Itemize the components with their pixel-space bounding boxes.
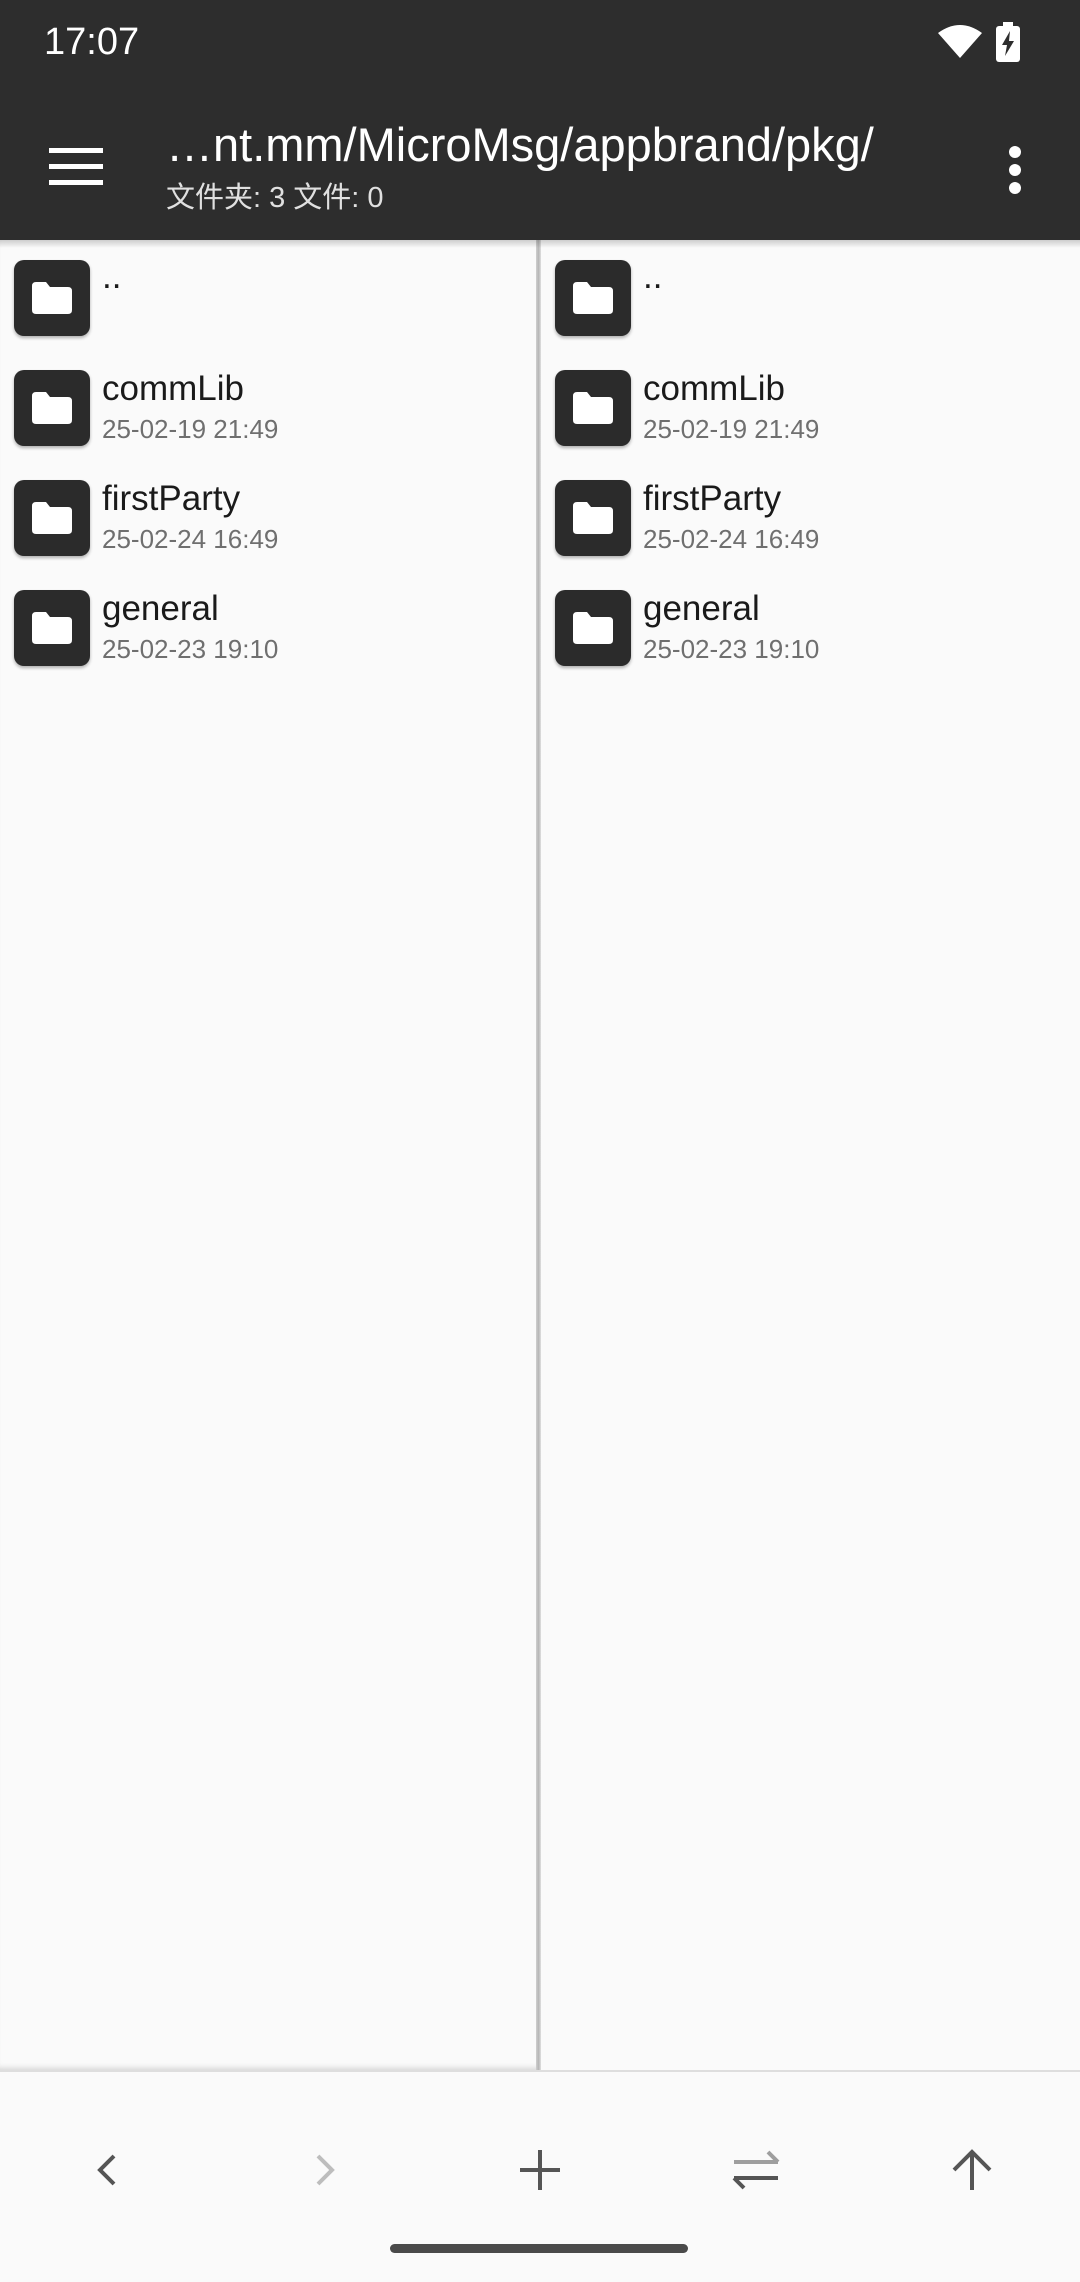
forward-button[interactable] xyxy=(274,2122,374,2222)
back-icon xyxy=(88,2150,128,2195)
folder-icon xyxy=(555,480,631,556)
wifi-icon xyxy=(938,24,982,64)
up-directory-button[interactable] xyxy=(922,2122,1022,2222)
left-folder-row[interactable]: firstParty 25-02-24 16:49 xyxy=(0,460,538,570)
status-icons xyxy=(938,21,1020,67)
left-parent-directory-row[interactable]: .. xyxy=(0,240,538,350)
file-name: commLib xyxy=(643,369,785,408)
folder-icon xyxy=(555,590,631,666)
swap-panes-button[interactable] xyxy=(706,2122,806,2222)
file-name: firstParty xyxy=(643,479,782,518)
file-name: firstParty xyxy=(102,479,241,518)
gesture-navigation-bar[interactable] xyxy=(390,2244,688,2253)
app-bar-shadow xyxy=(0,240,1080,248)
status-time: 17:07 xyxy=(44,21,140,63)
hamburger-menu-icon xyxy=(49,147,103,191)
left-pane[interactable]: .. commLib 25-02-19 21:49 firstParty 25-… xyxy=(0,240,538,2070)
file-date: 25-02-23 19:10 xyxy=(643,634,820,664)
file-name: general xyxy=(643,589,760,628)
folder-icon xyxy=(14,260,90,336)
more-options-button[interactable] xyxy=(980,132,1050,212)
dual-pane-area: .. commLib 25-02-19 21:49 firstParty 25-… xyxy=(0,240,1080,2070)
folder-icon xyxy=(14,590,90,666)
file-name: general xyxy=(102,589,219,628)
left-folder-row[interactable]: general 25-02-23 19:10 xyxy=(0,570,538,680)
forward-icon xyxy=(304,2150,344,2195)
file-name: .. xyxy=(102,257,122,296)
folder-file-count: 文件夹: 3 文件: 0 xyxy=(166,182,384,214)
add-button[interactable] xyxy=(490,2122,590,2222)
up-directory-icon xyxy=(948,2146,996,2199)
more-vertical-icon xyxy=(1008,145,1022,199)
folder-icon xyxy=(555,370,631,446)
folder-icon xyxy=(555,260,631,336)
swap-panes-icon xyxy=(726,2148,786,2197)
right-parent-directory-row[interactable]: .. xyxy=(541,240,1080,350)
right-folder-row[interactable]: firstParty 25-02-24 16:49 xyxy=(541,460,1080,570)
app-bar: …nt.mm/MicroMsg/appbrand/pkg/ 文件夹: 3 文件:… xyxy=(0,90,1080,240)
battery-charging-icon xyxy=(996,21,1020,67)
current-path-title[interactable]: …nt.mm/MicroMsg/appbrand/pkg/ xyxy=(166,118,966,172)
right-folder-row[interactable]: general 25-02-23 19:10 xyxy=(541,570,1080,680)
back-button[interactable] xyxy=(58,2122,158,2222)
file-name: commLib xyxy=(102,369,244,408)
file-date: 25-02-23 19:10 xyxy=(102,634,279,664)
right-pane[interactable]: .. commLib 25-02-19 21:49 firstParty 25-… xyxy=(541,240,1080,2070)
left-folder-row[interactable]: commLib 25-02-19 21:49 xyxy=(0,350,538,460)
file-date: 25-02-24 16:49 xyxy=(102,524,279,554)
add-icon xyxy=(518,2148,562,2197)
bottom-toolbar xyxy=(0,2070,1080,2282)
file-date: 25-02-19 21:49 xyxy=(102,414,279,444)
folder-icon xyxy=(14,480,90,556)
file-name: .. xyxy=(643,257,663,296)
right-folder-row[interactable]: commLib 25-02-19 21:49 xyxy=(541,350,1080,460)
file-date: 25-02-19 21:49 xyxy=(643,414,820,444)
status-bar: 17:07 xyxy=(0,0,1080,90)
menu-button[interactable] xyxy=(30,123,122,215)
file-date: 25-02-24 16:49 xyxy=(643,524,820,554)
folder-icon xyxy=(14,370,90,446)
